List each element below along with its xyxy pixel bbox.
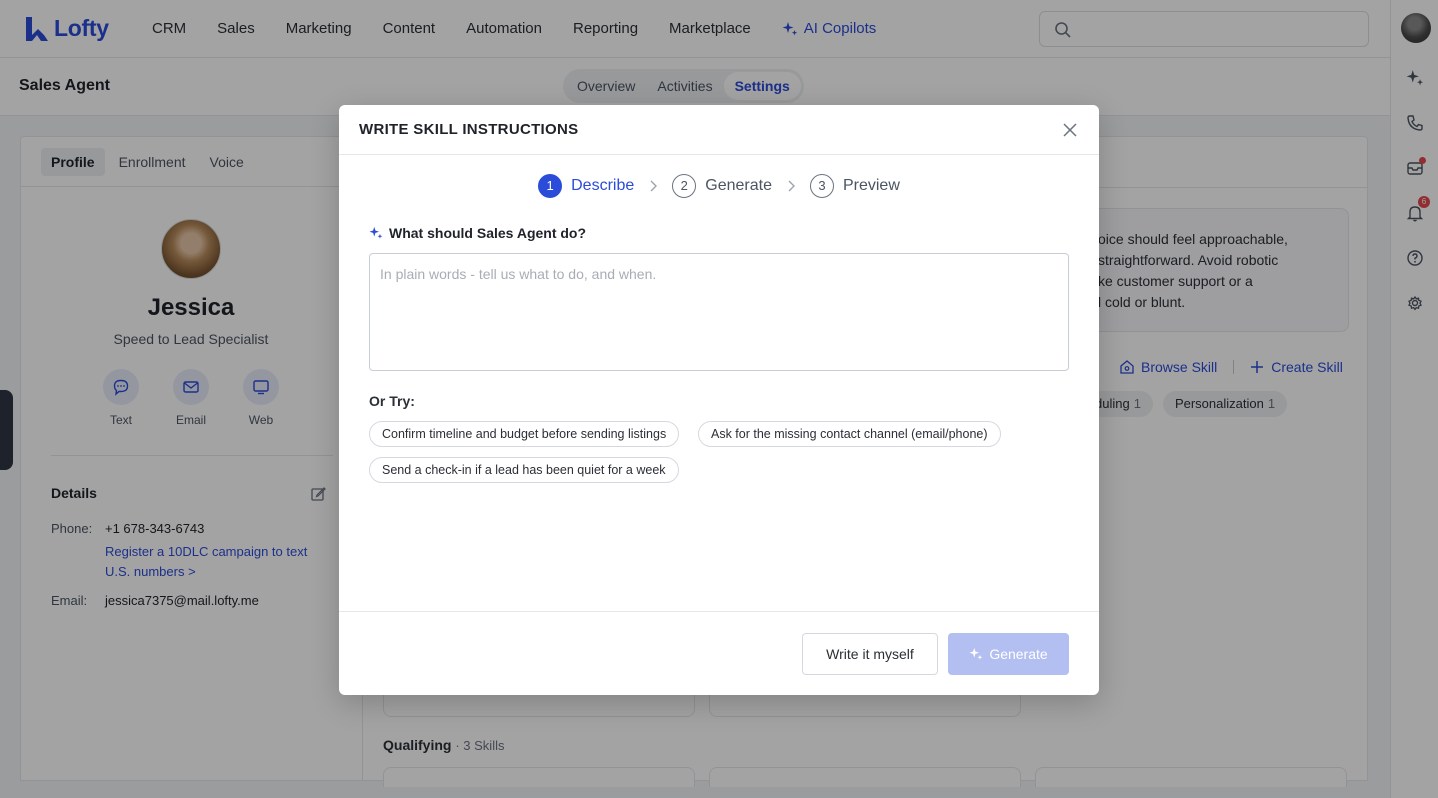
suggestion-chip[interactable]: Ask for the missing contact channel (ema… [698, 421, 1001, 447]
instruction-textarea[interactable] [369, 253, 1069, 371]
generate-button[interactable]: Generate [948, 633, 1069, 675]
or-try-label: Or Try: [369, 393, 415, 409]
step-label: Generate [705, 177, 772, 194]
instruction-question: What should Sales Agent do? [369, 225, 586, 241]
step-preview: 3 Preview [809, 174, 900, 198]
dialog-header: WRITE SKILL INSTRUCTIONS [339, 105, 1099, 155]
question-text: What should Sales Agent do? [389, 225, 587, 241]
generate-label: Generate [989, 646, 1048, 662]
side-drawer-handle[interactable] [0, 390, 13, 470]
sparkle-icon [969, 647, 983, 660]
close-icon[interactable] [1061, 121, 1079, 139]
step-label: Describe [571, 177, 635, 194]
step-generate: 2 Generate [672, 174, 772, 198]
step-describe: 1 Describe [538, 174, 634, 198]
sparkle-icon [369, 226, 383, 239]
write-it-myself-button[interactable]: Write it myself [802, 633, 938, 675]
dialog-title: WRITE SKILL INSTRUCTIONS [359, 121, 579, 138]
chevron-right-icon [786, 179, 796, 193]
step-number: 2 [672, 174, 697, 198]
stepper: 1 Describe 2 Generate 3 Preview [339, 174, 1099, 198]
step-number: 1 [538, 174, 563, 198]
suggestion-chip[interactable]: Send a check-in if a lead has been quiet… [369, 457, 679, 483]
chevron-right-icon [648, 179, 658, 193]
step-number: 3 [809, 174, 834, 198]
step-label: Preview [842, 177, 900, 194]
suggestion-chip[interactable]: Confirm timeline and budget before sendi… [369, 421, 680, 447]
write-skill-dialog: WRITE SKILL INSTRUCTIONS 1 Describe 2 Ge… [339, 105, 1099, 695]
dialog-footer-divider [339, 611, 1099, 612]
